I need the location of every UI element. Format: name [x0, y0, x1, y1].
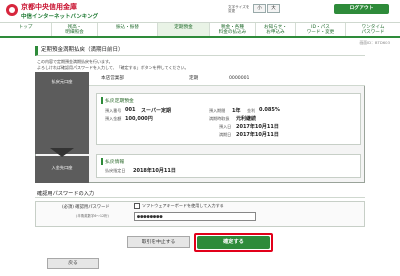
refund-info-box: 払戻情報 払戻指定日 2018年10月11日	[96, 154, 361, 178]
branch-name: 本店営業部	[101, 76, 124, 81]
deposit-date-label: 預入日	[219, 124, 232, 129]
deposit-detail-title: 払戻定期預金	[101, 97, 134, 104]
refund-date: 2018年10月11日	[133, 168, 176, 174]
header: 京都中央信用金庫 中信インターネットバンキング 文字サイズを変更 小 大 ログア…	[0, 0, 400, 22]
account-type: 定期	[189, 76, 199, 81]
amount: 100,000円	[125, 116, 153, 122]
software-keyboard-label: ソフトウェアキーボードを使用して入力する	[142, 203, 224, 208]
password-note: (半角英数字6〜12桁)	[76, 214, 109, 218]
logout-button[interactable]: ログアウト	[334, 4, 389, 14]
nav-item-transfer[interactable]: 振込・振替	[98, 23, 158, 36]
password-input[interactable]: ●●●●●●●●	[134, 212, 256, 221]
maturity-date: 2017年10月11日	[236, 132, 279, 138]
deposit-no: 001	[125, 107, 136, 113]
maturity-method: 元利継続	[236, 116, 257, 122]
nav-item-balance[interactable]: 残高・ 明細照会	[52, 23, 98, 36]
bank-logo-icon	[6, 4, 18, 16]
back-button[interactable]: 戻る	[47, 258, 99, 269]
maturity-method-label: 満期時取扱	[209, 116, 230, 121]
from-account-row: 本店営業部 定期 0000001	[89, 72, 365, 86]
deposit-no-label: 預入番号	[105, 108, 122, 113]
arrow-down-icon	[50, 148, 74, 157]
main-nav: トップ 残高・ 明細照会 振込・振替 定期預金 税金・各種 料金の払込み お知ら…	[0, 22, 400, 38]
product-name: スーパー定期	[141, 108, 171, 114]
nav-item-notices[interactable]: お知らせ・ お申込み	[256, 23, 296, 36]
service-name: 中信インターネットバンキング	[21, 14, 99, 20]
deposit-date: 2017年10月11日	[236, 124, 279, 130]
confirm-button[interactable]: 確定する	[197, 236, 270, 249]
deposit-detail-box: 払戻定期預金 預入番号 001 スーパー定期 預入期間 1年 金利 0.085%…	[96, 93, 361, 145]
period-label: 預入期間	[209, 108, 226, 113]
refund-info-title: 払戻情報	[101, 158, 124, 165]
rate: 0.085%	[259, 107, 280, 113]
font-size-large-button[interactable]: 大	[267, 4, 280, 13]
rate-label: 金利	[247, 108, 256, 113]
maturity-date-label: 満期日	[219, 132, 232, 137]
account-number: 0000001	[229, 76, 250, 81]
cancel-transaction-button[interactable]: 取引を中止する	[127, 236, 190, 248]
page-title: 定期預金満期払戻（満期日前日）	[35, 46, 365, 56]
bank-name: 京都中央信用金庫	[21, 3, 77, 11]
nav-item-id-password[interactable]: ID・パス ワード・変更	[296, 23, 346, 36]
font-size-label: 文字サイズを変更	[228, 5, 250, 14]
nav-item-time-deposit[interactable]: 定期預金	[158, 23, 210, 36]
password-section-title: 確認用パスワードの入力	[35, 190, 365, 198]
font-size-small-button[interactable]: 小	[253, 4, 266, 13]
to-account-label: 入金先口座	[35, 156, 89, 183]
password-label: (必須) 確認用パスワード	[62, 205, 110, 210]
description-line-2: よろしければ確認用パスワードを入力して、「確定する」ボタンを押してください。	[37, 65, 189, 70]
software-keyboard-checkbox[interactable]	[134, 203, 140, 209]
nav-item-onetime-password[interactable]: ワンタイム パスワード	[346, 23, 400, 36]
amount-label: 預入金額	[105, 116, 122, 121]
period: 1年	[232, 108, 241, 114]
nav-item-top[interactable]: トップ	[0, 23, 52, 36]
from-account-label: 払戻元口座	[35, 72, 89, 154]
nav-item-tax-payment[interactable]: 税金・各種 料金の払込み	[210, 23, 256, 36]
refund-date-label: 払戻指定日	[105, 168, 126, 173]
